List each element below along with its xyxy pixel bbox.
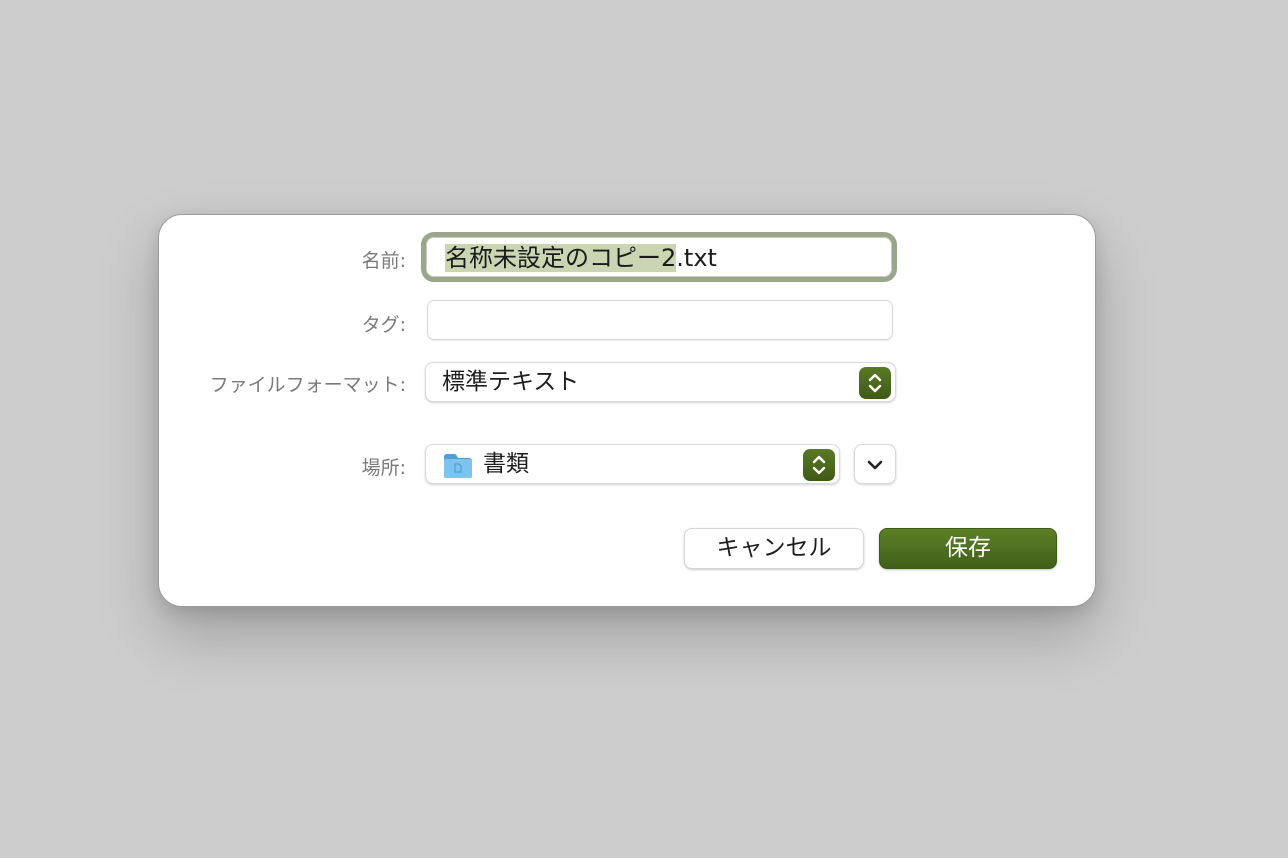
tags-label: タグ: [361, 314, 406, 336]
file-format-stepper-icon [859, 367, 891, 399]
tags-field[interactable] [427, 300, 893, 340]
name-extension-text: .txt [676, 244, 717, 272]
location-popup[interactable]: 書類 [425, 444, 840, 484]
location-stepper-icon [803, 449, 835, 481]
name-field[interactable]: 名称未設定のコピー2.txt [421, 232, 897, 282]
save-dialog: 名前: 名称未設定のコピー2.txt タグ: ファイルフォーマット: 標準テキス… [158, 214, 1096, 607]
name-label: 名前: [361, 250, 406, 272]
file-format-value: 標準テキスト [442, 369, 580, 395]
folder-icon [443, 453, 473, 479]
save-button[interactable]: 保存 [879, 528, 1057, 569]
expand-button[interactable] [854, 444, 896, 484]
name-field-text: 名称未設定のコピー2.txt [445, 243, 717, 273]
location-label: 場所: [361, 457, 406, 479]
cancel-button[interactable]: キャンセル [684, 528, 864, 569]
location-value: 書類 [483, 451, 529, 477]
file-format-label: ファイルフォーマット: [209, 374, 406, 396]
chevron-down-icon [867, 455, 883, 474]
name-selected-text: 名称未設定のコピー2 [445, 244, 677, 272]
file-format-popup[interactable]: 標準テキスト [425, 362, 896, 402]
